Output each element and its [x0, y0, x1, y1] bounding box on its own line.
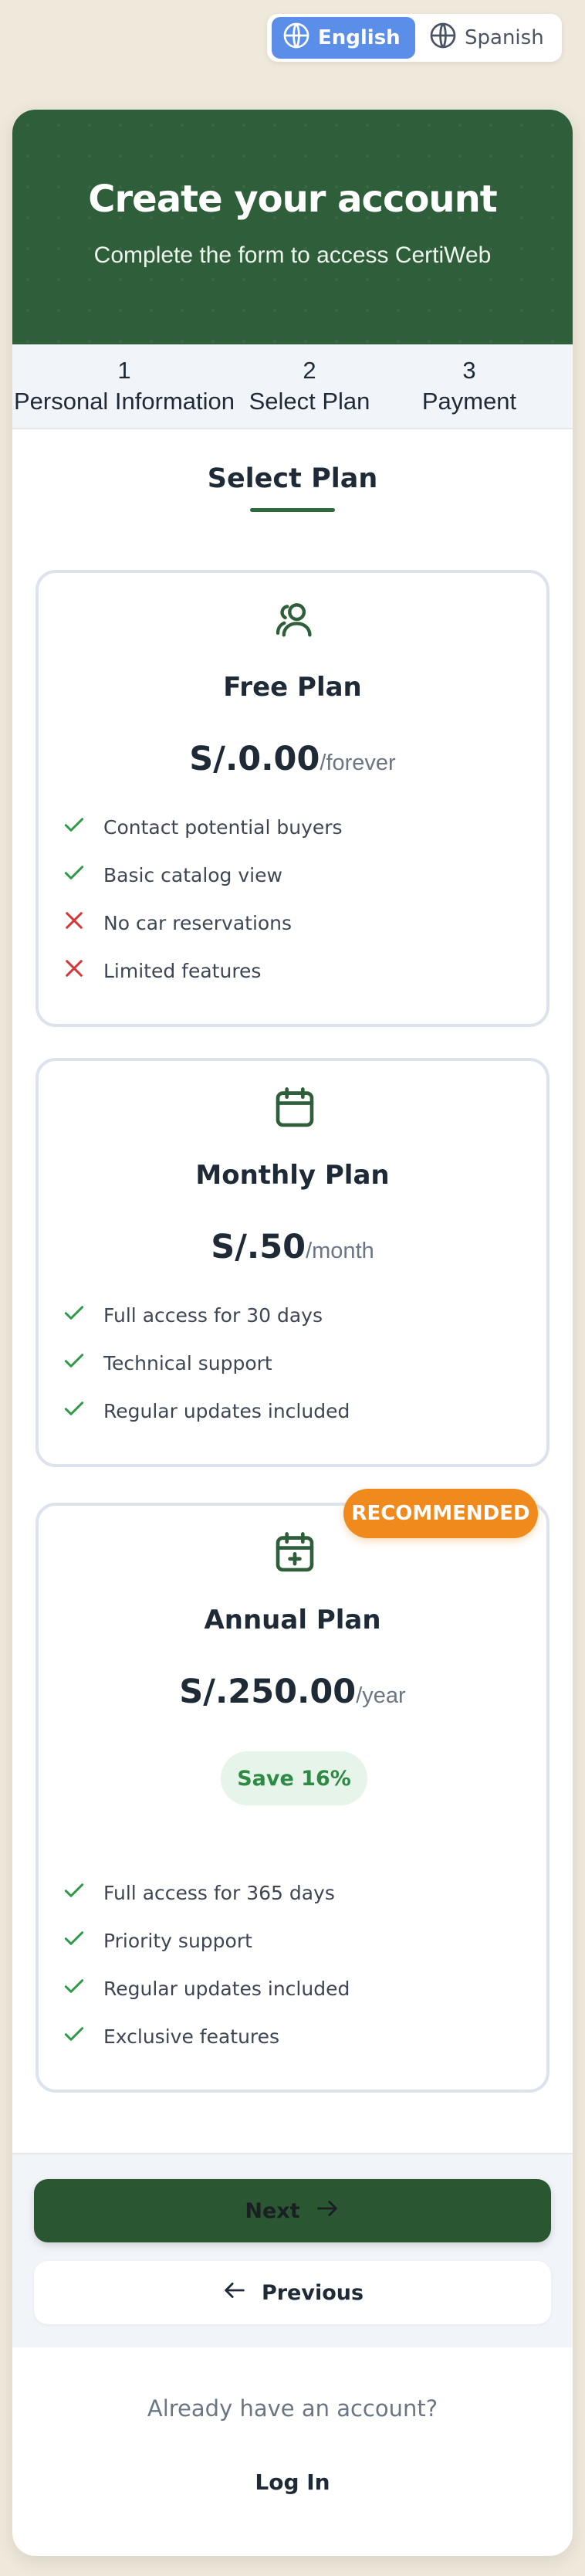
arrow-right-icon — [314, 2195, 340, 2227]
price-amount: S/.50 — [211, 1228, 306, 1266]
feature-item: Basic catalog view — [62, 851, 343, 899]
feature-text: No car reservations — [103, 911, 292, 934]
language-switcher: English Spanish — [267, 14, 562, 62]
form-actions: Next Previous — [12, 2153, 573, 2347]
globe-icon — [429, 22, 457, 55]
language-english-label: English — [318, 26, 401, 49]
plan-card-monthly[interactable]: Monthly Plan S/.50/month Full access for… — [36, 1058, 549, 1467]
check-icon — [62, 1878, 86, 1907]
step-personal-information: 1 Personal Information — [12, 344, 236, 428]
cross-icon — [62, 908, 86, 937]
next-label: Next — [245, 2198, 300, 2223]
check-icon — [62, 1974, 86, 2003]
check-icon — [62, 860, 86, 890]
feature-item: Regular updates included — [62, 1387, 350, 1435]
feature-item: Full access for 365 days — [62, 1869, 350, 1917]
plan-card-annual[interactable]: RECOMMENDED Annual Plan S/.250.00/year S… — [36, 1489, 549, 2093]
feature-text: Basic catalog view — [103, 863, 282, 886]
price-period: /year — [356, 1683, 406, 1708]
feature-item: Regular updates included — [62, 1964, 350, 2012]
check-icon — [62, 1300, 86, 1330]
login-link[interactable]: Log In — [12, 2469, 573, 2495]
feature-item: Full access for 30 days — [62, 1291, 350, 1339]
login-prompt: Already have an account? — [147, 2395, 438, 2422]
page-subtitle: Complete the form to access CertiWeb — [93, 242, 492, 268]
arrow-left-icon — [221, 2277, 248, 2309]
feature-list: Full access for 30 days Technical suppor… — [62, 1291, 350, 1435]
feature-text: Regular updates included — [103, 1399, 350, 1422]
step-number: 2 — [303, 357, 316, 384]
globe-icon — [282, 22, 310, 55]
plan-name: Annual Plan — [204, 1605, 381, 1635]
check-icon — [62, 812, 86, 842]
feature-list: Contact potential buyers Basic catalog v… — [62, 803, 343, 995]
feature-text: Full access for 30 days — [103, 1303, 323, 1327]
price-amount: S/.250.00 — [179, 1673, 357, 1711]
feature-item: Technical support — [62, 1339, 350, 1387]
step-label: Personal Information — [13, 388, 235, 415]
feature-text: Priority support — [103, 1929, 252, 1952]
feature-text: Exclusive features — [103, 2025, 280, 2048]
language-spanish-button[interactable]: Spanish — [418, 17, 554, 59]
feature-text: Limited features — [103, 959, 262, 982]
plan-name: Monthly Plan — [195, 1160, 390, 1191]
savings-badge: Save 16% — [221, 1751, 367, 1805]
previous-label: Previous — [261, 2280, 364, 2305]
header-banner: Create your account Complete the form to… — [12, 110, 573, 344]
feature-list: Full access for 365 days Priority suppor… — [62, 1869, 350, 2060]
feature-item: Exclusive features — [62, 2012, 350, 2060]
check-icon — [62, 1348, 86, 1378]
previous-button[interactable]: Previous — [34, 2261, 551, 2324]
title-underline — [250, 508, 335, 512]
recommended-badge: RECOMMENDED — [343, 1489, 538, 1538]
step-select-plan: 2 Select Plan — [236, 344, 383, 428]
calendar-plus-icon — [271, 1529, 319, 1577]
feature-text: Technical support — [103, 1351, 272, 1374]
section-title: Select Plan — [207, 463, 378, 494]
check-icon — [62, 2022, 86, 2051]
plan-price: S/.0.00/forever — [39, 740, 546, 778]
language-english-button[interactable]: English — [272, 17, 415, 59]
feature-text: Full access for 365 days — [103, 1881, 335, 1904]
plan-name: Free Plan — [223, 672, 362, 703]
users-icon — [271, 596, 319, 644]
feature-item: Priority support — [62, 1917, 350, 1964]
check-icon — [62, 1396, 86, 1425]
feature-text: Contact potential buyers — [103, 815, 343, 839]
price-period: /month — [306, 1239, 374, 1263]
plan-card-free[interactable]: Free Plan S/.0.00/forever Contact potent… — [36, 570, 549, 1027]
step-number: 1 — [117, 357, 131, 384]
cross-icon — [62, 956, 86, 985]
step-payment: 3 Payment — [383, 344, 556, 428]
price-period: /forever — [320, 751, 396, 775]
next-button[interactable]: Next — [34, 2179, 551, 2242]
calendar-icon — [271, 1084, 319, 1132]
feature-item: Contact potential buyers — [62, 803, 343, 851]
step-label: Payment — [421, 388, 517, 415]
check-icon — [62, 1926, 86, 1955]
step-indicator: 1 Personal Information 2 Select Plan 3 P… — [12, 344, 573, 429]
page-title: Create your account — [88, 178, 497, 221]
plan-price: S/.250.00/year — [39, 1673, 546, 1711]
step-number: 3 — [462, 357, 476, 384]
plan-price: S/.50/month — [39, 1228, 546, 1266]
step-label: Select Plan — [249, 388, 370, 415]
feature-item: No car reservations — [62, 899, 343, 947]
feature-item: Limited features — [62, 947, 343, 995]
language-spanish-label: Spanish — [465, 26, 544, 49]
price-amount: S/.0.00 — [189, 740, 320, 778]
signup-card: Create your account Complete the form to… — [12, 110, 573, 2556]
feature-text: Regular updates included — [103, 1977, 350, 2000]
